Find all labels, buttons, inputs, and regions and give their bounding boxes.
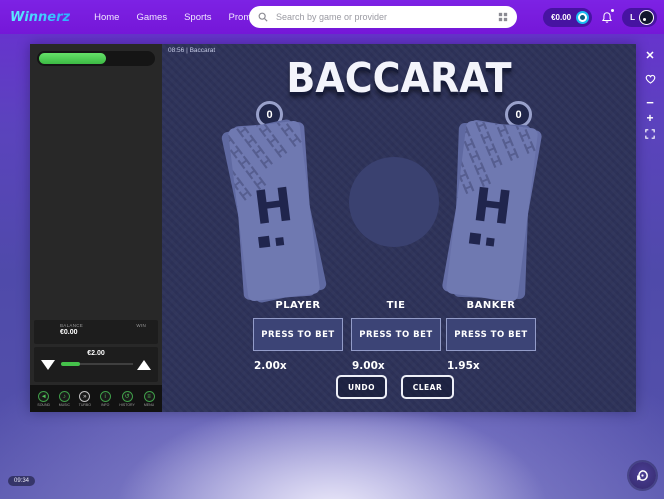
game-controls-row: ◄ SOUND ♪ MUSIC » TURBO i INFO ↺ HISTORY… — [30, 385, 162, 412]
music-button[interactable]: ♪ MUSIC — [59, 391, 70, 407]
tie-label: TIE — [351, 300, 441, 311]
win-label: WIN — [136, 323, 146, 341]
card-back-logo: H — [251, 177, 296, 235]
banker-label: BANKER — [446, 300, 536, 311]
account-menu[interactable]: L — [622, 8, 657, 27]
undo-button[interactable]: UNDO — [336, 375, 387, 399]
session-timer: 09:34 — [8, 476, 35, 486]
balance-row: BALANCE €0.00 WIN — [34, 320, 158, 344]
menu-button[interactable]: ≡ MENU — [144, 391, 155, 407]
bet-amount-slider[interactable] — [61, 363, 133, 365]
history-icon: ↺ — [122, 391, 133, 402]
decrease-bet-icon[interactable] — [41, 360, 55, 370]
bet-amount-value: €2.00 — [34, 350, 158, 357]
search-bar[interactable] — [249, 6, 517, 28]
favorite-heart-icon[interactable] — [645, 74, 656, 84]
menu-icon: ≡ — [144, 391, 155, 402]
fullscreen-icon[interactable] — [645, 129, 655, 139]
sound-button[interactable]: ◄ SOUND — [37, 391, 50, 407]
turbo-icon: » — [79, 391, 90, 402]
history-button[interactable]: ↺ HISTORY — [119, 391, 134, 407]
top-navbar: Winnerz Home Games Sports Promotions €0.… — [0, 0, 664, 34]
balance-amount: €0.00 — [551, 13, 571, 22]
card-logo-dot — [486, 238, 495, 247]
music-label: MUSIC — [59, 403, 70, 407]
notification-dot — [611, 9, 614, 12]
player-bet-button[interactable]: PRESS TO BET — [253, 318, 343, 351]
avatar — [639, 10, 654, 25]
zoom-in-icon[interactable]: + — [646, 113, 653, 123]
card-logo-dot — [469, 233, 481, 245]
card-back-logo: H — [470, 177, 515, 235]
progress-bar — [37, 51, 155, 66]
chat-button[interactable] — [629, 462, 656, 489]
card-back: H H H H H H H H H H H H H H H H H H H H … — [446, 120, 539, 301]
turbo-label: TURBO — [79, 403, 91, 407]
nav-link-sports[interactable]: Sports — [184, 12, 211, 23]
brand-logo[interactable]: Winnerz — [10, 10, 70, 25]
zoom-out-icon[interactable]: − — [646, 99, 654, 107]
banker-bet-button[interactable]: PRESS TO BET — [446, 318, 536, 351]
close-icon[interactable]: ✕ — [645, 49, 654, 62]
card-logo-dot — [258, 236, 270, 248]
music-icon: ♪ — [59, 391, 70, 402]
banker-bet-column: BANKER PRESS TO BET 1.95x — [446, 300, 536, 372]
menu-label: MENU — [144, 403, 154, 407]
increase-bet-icon[interactable] — [137, 360, 151, 370]
info-icon: i — [100, 391, 111, 402]
balance-pill[interactable]: €0.00 — [543, 8, 592, 27]
card-logo-dot — [275, 237, 284, 246]
info-button[interactable]: i INFO — [100, 391, 111, 407]
banker-card-stack: H H H H H H H H H H H H H H H H H H H H … — [446, 120, 539, 301]
navbar-right: €0.00 L — [543, 0, 657, 34]
game-canvas: 08:56 | Baccarat BACCARAT 0 0 H H H H H … — [162, 44, 636, 412]
grid-icon[interactable] — [498, 12, 508, 22]
info-label: INFO — [101, 403, 109, 407]
nav-link-games[interactable]: Games — [136, 12, 167, 23]
tie-multiplier: 9.00x — [351, 360, 441, 372]
tie-bet-column: TIE PRESS TO BET 9.00x — [351, 300, 441, 372]
bet-amount-row: €2.00 — [34, 347, 158, 382]
wallet-icon[interactable] — [576, 11, 589, 24]
player-label: PLAYER — [253, 300, 343, 311]
game-window: BALANCE €0.00 WIN €2.00 ◄ SOUND ♪ MUSIC … — [30, 44, 636, 412]
game-title: BACCARAT — [162, 54, 636, 102]
nav-link-home[interactable]: Home — [94, 12, 119, 23]
sound-label: SOUND — [37, 403, 50, 407]
account-level: L — [630, 13, 635, 22]
notifications-button[interactable] — [601, 11, 613, 24]
chat-icon — [636, 469, 649, 482]
balance-value: €0.00 — [60, 329, 83, 336]
search-icon — [258, 12, 268, 22]
balance-label: BALANCE — [60, 323, 83, 328]
bet-slider-fill — [61, 362, 80, 366]
clear-button[interactable]: CLEAR — [401, 375, 454, 399]
player-multiplier: 2.00x — [253, 360, 343, 372]
bell-icon — [601, 11, 613, 24]
player-bet-column: PLAYER PRESS TO BET 2.00x — [253, 300, 343, 372]
tie-bet-button[interactable]: PRESS TO BET — [351, 318, 441, 351]
card-back: H H H H H H H H H H H H H H H H H H H H … — [228, 120, 321, 301]
history-label: HISTORY — [119, 403, 134, 407]
deal-area-circle — [349, 157, 439, 247]
banker-multiplier: 1.95x — [446, 360, 536, 372]
player-card-stack: H H H H H H H H H H H H H H H H H H H H … — [228, 120, 321, 301]
speaker-icon: ◄ — [38, 391, 49, 402]
game-session-header: 08:56 | Baccarat — [168, 47, 215, 54]
game-side-controls: ✕ − + — [641, 49, 659, 139]
turbo-button[interactable]: » TURBO — [79, 391, 91, 407]
search-input[interactable] — [274, 11, 492, 23]
game-control-panel: BALANCE €0.00 WIN €2.00 ◄ SOUND ♪ MUSIC … — [30, 44, 162, 412]
progress-bar-fill — [39, 53, 106, 64]
